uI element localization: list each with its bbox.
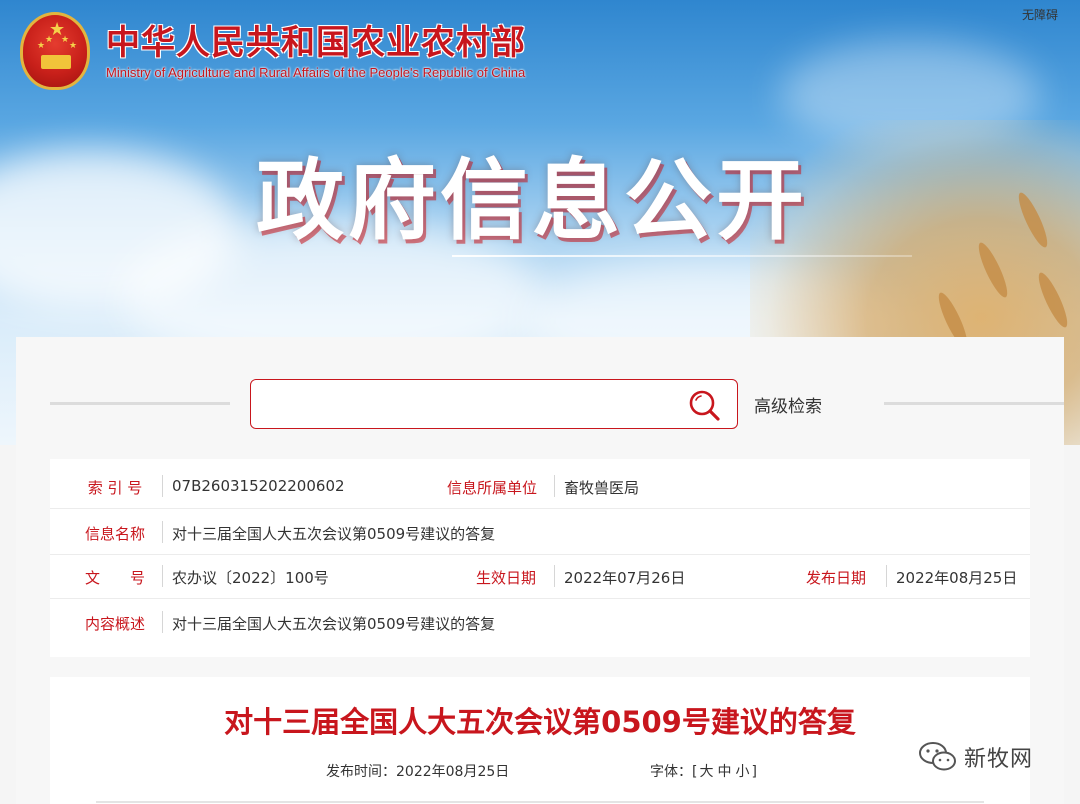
publish-date-label: 发布日期 [805,569,866,587]
site-brand[interactable]: ★ ★ ★ ★ ★ 中华人民共和国农业农村部 Ministry of Agric… [20,12,526,90]
search-icon[interactable] [687,388,721,422]
ministry-name-en: Ministry of Agriculture and Rural Affair… [106,64,526,80]
divider [96,801,984,803]
unit-value: 畜牧兽医局 [564,479,640,497]
search-box [250,379,738,429]
page-title: 政府信息公开 [256,149,809,252]
index-number-value: 07B260315202200602 [172,477,345,495]
wechat-icon [919,742,956,771]
source-watermark: 新牧网 [918,740,1033,774]
search-bar: 高级检索 [50,379,1064,429]
national-emblem-icon: ★ ★ ★ ★ ★ [20,12,90,90]
font-small-button[interactable]: 小 [735,764,749,780]
font-large-button[interactable]: 大 [699,764,713,780]
font-size-switcher: 字体：[大中小] [650,764,757,780]
font-size-label: 字体： [650,764,692,780]
font-medium-button[interactable]: 中 [717,764,731,780]
info-row: 索 引 号 07B260315202200602 信息所属单位 畜牧兽医局 [50,465,1030,509]
effective-date-value: 2022年07月26日 [564,569,686,587]
accessibility-link[interactable]: 无障碍 [1022,6,1058,23]
info-table: 索 引 号 07B260315202200602 信息所属单位 畜牧兽医局 信息… [50,459,1030,657]
title-underline [452,255,912,257]
doc-number-label: 文 号 [84,569,145,587]
info-name-label: 信息名称 [84,525,145,543]
publish-time-label: 发布时间： [326,764,396,780]
doc-number-value: 农办议〔2022〕100号 [172,569,329,587]
divider [884,402,1064,405]
advanced-search-link[interactable]: 高级检索 [754,392,822,417]
info-name-value: 对十三届全国人大五次会议第0509号建议的答复 [172,525,496,543]
divider [50,402,230,405]
main-panel: 高级检索 索 引 号 07B260315202200602 信息所属单位 畜牧兽… [16,337,1064,804]
info-row: 文 号 农办议〔2022〕100号 生效日期 2022年07月26日 发布日期 … [50,555,1030,599]
summary-label: 内容概述 [84,615,145,633]
publish-date-value: 2022年08月25日 [896,569,1018,587]
watermark-text: 新牧网 [964,747,1034,772]
info-row: 信息名称 对十三届全国人大五次会议第0509号建议的答复 [50,511,1030,555]
info-row: 内容概述 对十三届全国人大五次会议第0509号建议的答复 [50,601,1030,645]
index-number-label: 索 引 号 [87,479,143,497]
publish-time-value: 2022年08月25日 [396,764,510,780]
search-input[interactable] [251,380,671,426]
article-title: 对十三届全国人大五次会议第0509号建议的答复 [224,705,856,739]
unit-label: 信息所属单位 [446,479,537,497]
article-header: 对十三届全国人大五次会议第0509号建议的答复 发布时间：2022年08月25日… [50,677,1030,804]
summary-value: 对十三届全国人大五次会议第0509号建议的答复 [172,615,496,633]
publish-time: 发布时间：2022年08月25日 [326,761,509,781]
effective-date-label: 生效日期 [475,569,536,587]
ministry-name-cn: 中华人民共和国农业农村部 [106,22,526,63]
